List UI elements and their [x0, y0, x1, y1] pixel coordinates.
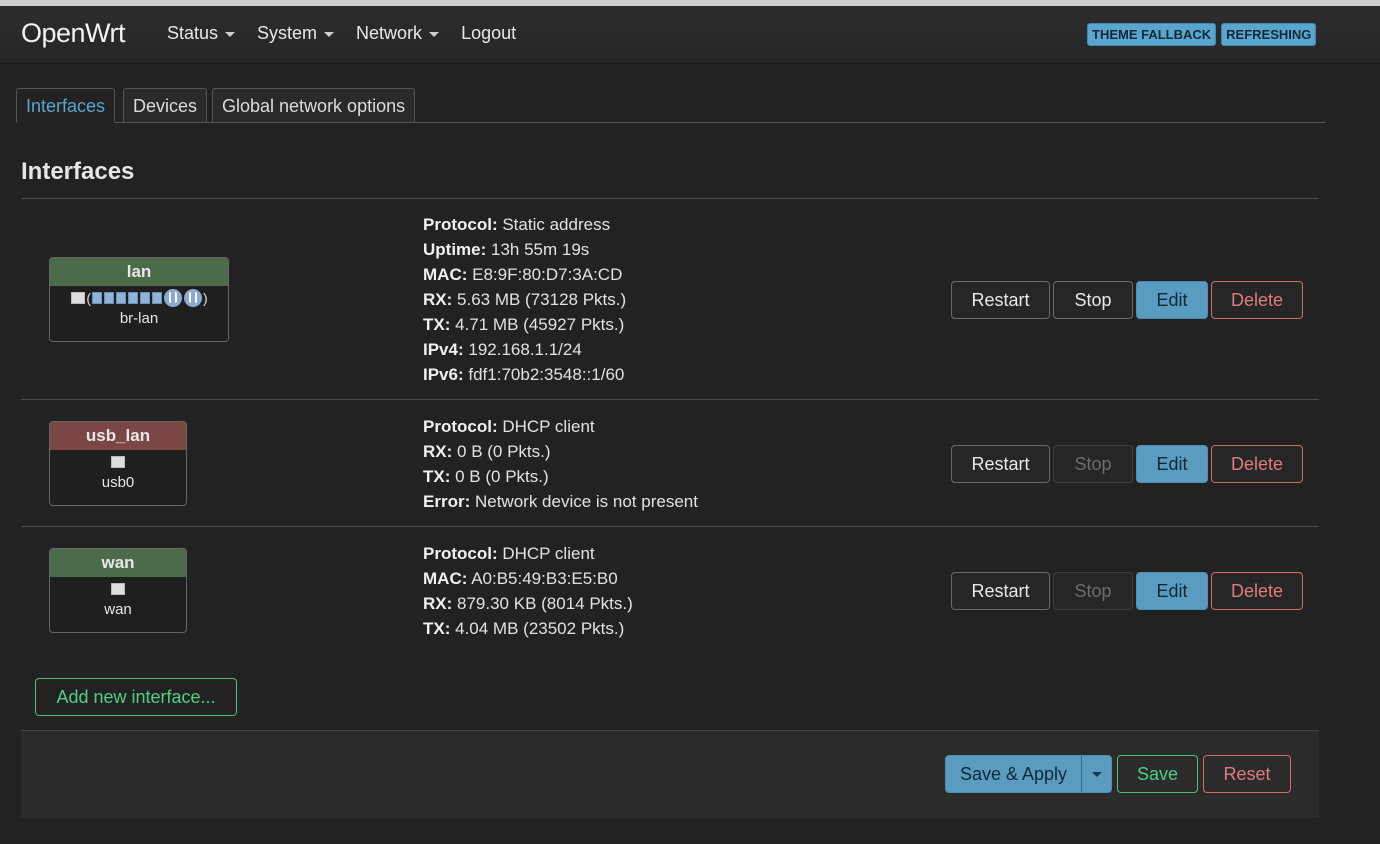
interface-badge-wan: wan wan [49, 548, 187, 633]
divider [21, 399, 1319, 400]
tab-global-network-options[interactable]: Global network options [212, 88, 416, 123]
stop-button-wan: Stop [1053, 572, 1133, 610]
edit-button-lan[interactable]: Edit [1136, 281, 1208, 319]
delete-button-usb_lan[interactable]: Delete [1211, 445, 1303, 483]
interface-details-lan: Protocol: Static address Uptime: 13h 55m… [423, 212, 626, 387]
wireless-icon [184, 289, 202, 307]
interface-name: lan [50, 258, 228, 286]
edit-button-wan[interactable]: Edit [1136, 572, 1208, 610]
ethernet-port-icon [152, 292, 162, 304]
divider [21, 198, 1319, 199]
chevron-down-icon [225, 32, 236, 37]
detail-line: TX: 4.04 MB (23502 Pkts.) [423, 619, 625, 638]
interface-device: wan [104, 601, 132, 618]
restart-button-usb_lan[interactable]: Restart [951, 445, 1050, 483]
menu-logout-label: Logout [461, 23, 517, 43]
detail-line: TX: 4.71 MB (45927 Pkts.) [423, 315, 625, 334]
tab-bar: Interfaces Devices Global network option… [16, 88, 1325, 123]
menu-network[interactable]: Network [356, 23, 440, 44]
member-open-paren: ( [86, 290, 91, 306]
detail-line: Error: Network device is not present [423, 492, 698, 511]
split-divider [1081, 756, 1082, 792]
interface-member-icons: ( ) [50, 286, 228, 310]
interface-device: br-lan [119, 310, 159, 327]
detail-line: TX: 0 B (0 Pkts.) [423, 467, 549, 486]
interface-details-usb_lan: Protocol: DHCP client RX: 0 B (0 Pkts.) … [423, 414, 698, 514]
ethernet-port-icon [140, 292, 150, 304]
detail-line: RX: 0 B (0 Pkts.) [423, 442, 551, 461]
refreshing-badge[interactable]: REFRESHING [1221, 23, 1317, 46]
detail-line: Uptime: 13h 55m 19s [423, 240, 590, 259]
brand-logo[interactable]: OpenWrt [21, 18, 126, 49]
interface-badge-lan: lan ( ) br-lan [49, 257, 229, 342]
member-close-paren: ) [203, 290, 208, 306]
ethernet-port-icon [116, 292, 126, 304]
save-apply-label: Save & Apply [959, 764, 1068, 784]
status-badges: THEME FALLBACK REFRESHING [1087, 23, 1321, 46]
menu-status-label: Status [167, 23, 219, 43]
page-title: Interfaces [21, 158, 135, 185]
bridge-icon [71, 292, 86, 304]
tab-devices[interactable]: Devices [123, 88, 208, 123]
menu-system[interactable]: System [257, 23, 335, 44]
network-device-icon [111, 456, 125, 468]
edit-button-usb_lan[interactable]: Edit [1136, 445, 1208, 483]
stop-button-lan[interactable]: Stop [1053, 281, 1133, 319]
ethernet-port-icon [92, 292, 102, 304]
restart-button-wan[interactable]: Restart [951, 572, 1050, 610]
delete-button-lan[interactable]: Delete [1211, 281, 1303, 319]
stop-button-usb_lan: Stop [1053, 445, 1133, 483]
restart-button-lan[interactable]: Restart [951, 281, 1050, 319]
detail-line: Protocol: DHCP client [423, 544, 595, 563]
delete-button-wan[interactable]: Delete [1211, 572, 1303, 610]
detail-line: Protocol: Static address [423, 215, 611, 234]
top-navbar: OpenWrt Status System Network Logout THE… [0, 6, 1380, 64]
detail-line: IPv6: fdf1:70b2:3548::1/60 [423, 365, 625, 384]
interface-device: usb0 [101, 474, 135, 491]
ethernet-port-icon [111, 583, 125, 595]
menu-system-label: System [257, 23, 318, 43]
detail-line: RX: 5.63 MB (73128 Pkts.) [423, 290, 627, 309]
reset-button[interactable]: Reset [1203, 755, 1291, 793]
interface-name: usb_lan [50, 422, 186, 450]
tab-interfaces[interactable]: Interfaces [16, 88, 116, 123]
save-button[interactable]: Save [1117, 755, 1198, 793]
detail-line: MAC: A0:B5:49:B3:E5:B0 [423, 569, 618, 588]
main-menu: Status System Network Logout [167, 23, 538, 44]
detail-line: IPv4: 192.168.1.1/24 [423, 340, 582, 359]
menu-status[interactable]: Status [167, 23, 236, 44]
interface-member-icons [50, 577, 186, 601]
interface-name: wan [50, 549, 186, 577]
ethernet-port-icon [104, 292, 114, 304]
wireless-icon [164, 289, 182, 307]
detail-line: Protocol: DHCP client [423, 417, 595, 436]
chevron-down-icon [324, 32, 335, 37]
menu-logout[interactable]: Logout [461, 23, 516, 44]
chevron-down-icon[interactable] [1092, 772, 1102, 777]
interface-details-wan: Protocol: DHCP client MAC: A0:B5:49:B3:E… [423, 541, 633, 641]
menu-network-label: Network [356, 23, 423, 43]
interface-badge-usb_lan: usb_lan usb0 [49, 421, 187, 506]
divider [21, 526, 1319, 527]
detail-line: RX: 879.30 KB (8014 Pkts.) [423, 594, 633, 613]
interface-member-icons [50, 450, 186, 474]
add-interface-button[interactable]: Add new interface... [35, 678, 237, 716]
detail-line: MAC: E8:9F:80:D7:3A:CD [423, 265, 623, 284]
ethernet-port-icon [128, 292, 138, 304]
chevron-down-icon [429, 32, 440, 37]
theme-fallback-badge: THEME FALLBACK [1087, 23, 1217, 46]
save-apply-button[interactable]: Save & Apply [945, 755, 1112, 793]
